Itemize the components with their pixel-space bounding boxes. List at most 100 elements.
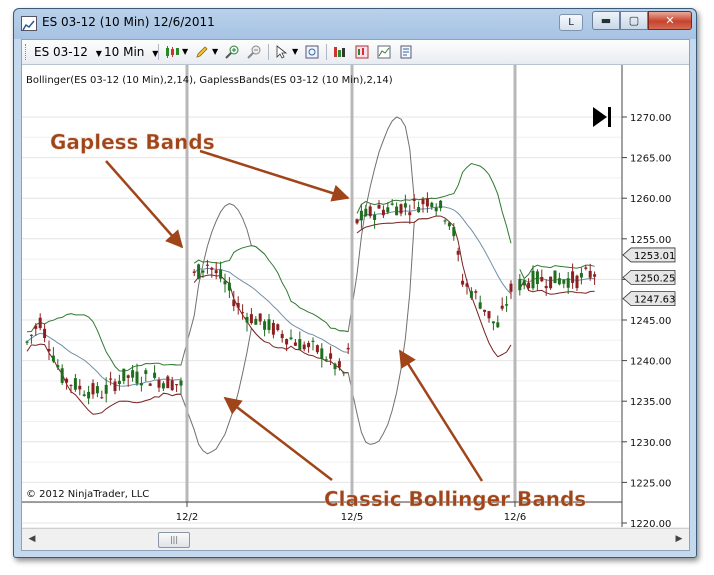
candle-body <box>245 316 249 323</box>
candle-body <box>271 322 275 335</box>
candle-body <box>109 378 113 380</box>
maximize-button[interactable]: ▢ <box>620 11 648 30</box>
classic-arrow-1 <box>223 396 333 481</box>
candle-body <box>254 318 258 325</box>
gapless-lower-band <box>519 279 595 295</box>
chevron-down-icon[interactable]: ▼ <box>292 47 298 56</box>
gapless-bands-annotation: Gapless Bands <box>50 130 215 154</box>
price-marker-label: 1247.63 <box>634 295 675 306</box>
cursor-button[interactable] <box>274 44 290 60</box>
candle-body <box>452 227 456 237</box>
price-tick-label: 1225.00 <box>630 478 671 489</box>
title-bar[interactable]: ES 03-12 (10 Min) 12/6/2011 L ▬ ▢ ✕ <box>14 9 696 37</box>
scroll-left-icon[interactable]: ◀ <box>25 532 39 546</box>
candle-body <box>333 363 337 370</box>
candle-body <box>412 199 416 201</box>
candle-body <box>544 285 548 289</box>
candlestick-icon <box>166 46 179 58</box>
gapless-upper-band <box>356 162 512 244</box>
data-box-button[interactable] <box>304 44 320 60</box>
chevron-down-icon[interactable]: ▼ <box>182 47 188 56</box>
candle-body <box>342 372 346 374</box>
date-tick-label: 12/2 <box>176 512 198 523</box>
candle-body <box>210 267 214 270</box>
candle-body <box>25 341 29 343</box>
price-chart-canvas[interactable]: 1270.001265.001260.001255.001250.001245.… <box>22 65 689 530</box>
classic-bollinger-bands <box>172 116 432 455</box>
price-markers: 1253.01 1250.25 1247.63 <box>622 247 676 307</box>
candle-body <box>197 264 201 279</box>
price-tick-label: 1260.00 <box>630 194 671 205</box>
candle-body <box>34 325 38 329</box>
candle-body <box>157 379 161 388</box>
candle-body <box>78 385 82 390</box>
candle-body <box>491 321 495 324</box>
candle-body <box>496 322 500 328</box>
candle-body <box>205 264 209 266</box>
toolbar-grip[interactable] <box>25 44 29 60</box>
candle-body <box>56 365 60 368</box>
candle-body <box>249 314 253 324</box>
scrollbar-thumb[interactable]: ||| <box>158 532 190 548</box>
indicator-label: Bollinger(ES 03-12 (10 Min),2,14), Gaple… <box>26 75 393 86</box>
zoom-out-icon <box>247 45 261 59</box>
close-button[interactable]: ✕ <box>648 11 692 30</box>
gapless-middle-band <box>26 332 182 387</box>
link-button[interactable]: L <box>559 14 583 31</box>
play-to-end-icon <box>593 107 607 127</box>
horizontal-scrollbar[interactable]: ◀ ||| ▶ <box>22 528 689 550</box>
instrument-selector[interactable]: ES 03-12 ▼ <box>34 45 102 59</box>
candle-body <box>223 280 227 285</box>
candle-body <box>425 198 429 207</box>
price-axis: 1270.001265.001260.001255.001250.001245.… <box>622 113 671 530</box>
candle-body <box>280 333 284 339</box>
chart-properties-button[interactable] <box>376 44 392 60</box>
candle-body <box>447 222 451 227</box>
toolbar-separator <box>158 44 159 60</box>
candle-body <box>104 384 108 394</box>
candle-body <box>329 353 333 359</box>
gapless-upper-band <box>26 313 181 372</box>
candle-body <box>593 274 597 277</box>
candle-body <box>553 270 557 284</box>
candle-body <box>232 299 236 307</box>
candle-body <box>337 361 341 368</box>
candle-body <box>531 270 535 289</box>
candle-body <box>417 207 421 213</box>
price-tick-label: 1265.00 <box>630 154 671 165</box>
properties-panel-button[interactable] <box>398 44 414 60</box>
gapless-lower-band <box>356 215 512 358</box>
drawing-tools-button[interactable] <box>194 44 210 60</box>
candle-body <box>478 302 482 309</box>
zoom-out-button[interactable] <box>246 44 262 60</box>
gapless-bands <box>26 162 595 415</box>
candle-body <box>390 203 394 205</box>
scroll-right-icon[interactable]: ▶ <box>672 532 686 546</box>
candle-body <box>403 203 407 208</box>
minimize-button[interactable]: ▬ <box>592 11 620 30</box>
indicators-button[interactable] <box>332 44 348 60</box>
candle-body <box>522 280 526 286</box>
jump-to-end-button[interactable] <box>593 107 611 127</box>
candle-body <box>263 321 267 330</box>
candle-body <box>82 394 86 396</box>
candle-body <box>131 370 135 378</box>
candle-body <box>315 345 319 353</box>
price-tick-label: 1245.00 <box>630 316 671 327</box>
candle-body <box>430 202 434 207</box>
interval-selector[interactable]: 10 Min ▼ <box>104 45 158 59</box>
price-chart[interactable]: 1270.001265.001260.001255.001250.001245.… <box>22 65 689 530</box>
strategies-icon <box>355 45 369 59</box>
candle-body <box>73 378 77 390</box>
price-tick-label: 1230.00 <box>630 438 671 449</box>
date-tick-label: 12/6 <box>504 512 526 523</box>
interval-label: 10 Min <box>104 45 145 59</box>
zoom-in-button[interactable] <box>224 44 240 60</box>
strategies-button[interactable] <box>354 44 370 60</box>
gapless-arrow-1 <box>105 160 184 249</box>
copyright-label: © 2012 NinjaTrader, LLC <box>26 489 149 500</box>
candle-body <box>144 370 148 374</box>
chart-style-button[interactable] <box>164 44 180 60</box>
candle-body <box>87 391 91 399</box>
chevron-down-icon[interactable]: ▼ <box>212 47 218 56</box>
